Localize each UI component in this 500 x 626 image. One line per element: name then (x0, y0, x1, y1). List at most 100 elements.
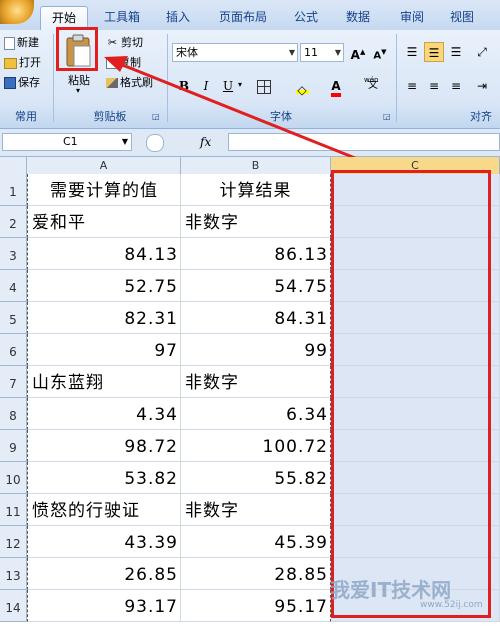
row-header[interactable]: 13 (0, 558, 27, 590)
cell-a[interactable]: 53.82 (27, 462, 181, 494)
font-color-button[interactable]: A (326, 76, 346, 97)
font-size-select[interactable]: 11 ▼ (300, 43, 344, 62)
dialog-launcher-icon[interactable]: ◲ (383, 112, 391, 121)
orientation-icon: ⤢ (477, 45, 487, 59)
ribbon-tab-bar: 开始 工具箱 插入 页面布局 公式 数据 审阅 视图 (0, 0, 500, 31)
column-header-b[interactable]: B (181, 157, 331, 174)
watermark-text: 我爱IT技术网 (330, 578, 452, 602)
new-file-icon (4, 36, 15, 50)
align-middle-button[interactable]: ☰ (424, 42, 444, 62)
cell-b[interactable]: 84.31 (181, 302, 331, 334)
row-header[interactable]: 3 (0, 238, 27, 270)
bold-button[interactable]: B (174, 76, 194, 96)
cell-a[interactable]: 43.39 (27, 526, 181, 558)
align-bottom-button[interactable]: ☰ (446, 42, 466, 62)
orientation-button[interactable]: ⤢ (472, 42, 492, 62)
new-button[interactable]: 新建 (4, 34, 39, 52)
formula-bar-expander-icon[interactable] (146, 134, 164, 152)
chevron-down-icon: ▼ (334, 48, 341, 57)
row-header[interactable]: 4 (0, 270, 27, 302)
cell-a[interactable]: 需要计算的值 (27, 174, 181, 206)
indent-icon: ⇥ (476, 79, 488, 93)
cell-b[interactable]: 28.85 (181, 558, 331, 590)
paste-annotation-box (56, 27, 98, 71)
group-label-font: 字体 (270, 110, 292, 123)
copy-button[interactable]: 复制 (106, 54, 141, 72)
column-c-annotation-box (331, 170, 491, 618)
office-button[interactable] (0, 0, 34, 24)
shrink-font-button[interactable]: A▼ (370, 42, 390, 62)
tab-view[interactable]: 视图 (440, 6, 484, 30)
cell-b[interactable]: 非数字 (181, 366, 331, 398)
cell-b[interactable]: 95.17 (181, 590, 331, 622)
column-header-a[interactable]: A (27, 157, 181, 174)
align-left-icon: ≡ (406, 79, 418, 93)
row-header[interactable]: 11 (0, 494, 27, 526)
dialog-launcher-icon[interactable]: ◲ (152, 112, 160, 121)
tab-formulas[interactable]: 公式 (284, 6, 328, 30)
cell-a[interactable]: 98.72 (27, 430, 181, 462)
name-box[interactable]: C1 ▼ (2, 133, 132, 151)
cell-a[interactable]: 爱和平 (27, 206, 181, 238)
cell-b[interactable]: 86.13 (181, 238, 331, 270)
format-painter-button[interactable]: 格式刷 (106, 74, 153, 92)
row-header[interactable]: 8 (0, 398, 27, 430)
select-all-corner[interactable] (0, 157, 27, 174)
row-header[interactable]: 12 (0, 526, 27, 558)
row-header[interactable]: 9 (0, 430, 27, 462)
cell-a[interactable]: 84.13 (27, 238, 181, 270)
underline-button[interactable]: U (218, 76, 238, 96)
row-header[interactable]: 6 (0, 334, 27, 366)
group-separator (396, 34, 397, 122)
align-top-button[interactable]: ☰ (402, 42, 422, 62)
cell-b[interactable]: 54.75 (181, 270, 331, 302)
italic-button[interactable]: I (196, 76, 216, 96)
open-button[interactable]: 打开 (4, 54, 41, 72)
borders-button[interactable] (254, 76, 274, 96)
align-left-button[interactable]: ≡ (402, 76, 422, 96)
row-header[interactable]: 5 (0, 302, 27, 334)
cut-button[interactable]: ✂ 剪切 (106, 34, 143, 52)
insert-function-button[interactable]: fx (200, 133, 224, 151)
cell-b[interactable]: 非数字 (181, 494, 331, 526)
cell-b[interactable]: 99 (181, 334, 331, 366)
row-header[interactable]: 14 (0, 590, 27, 622)
cell-a[interactable]: 4.34 (27, 398, 181, 430)
formula-input[interactable] (228, 133, 500, 151)
cell-a[interactable]: 山东蓝翔 (27, 366, 181, 398)
chevron-down-icon[interactable]: ▾ (238, 80, 242, 89)
row-header[interactable]: 7 (0, 366, 27, 398)
tab-review[interactable]: 审阅 (390, 6, 434, 30)
cell-b[interactable]: 非数字 (181, 206, 331, 238)
cell-b[interactable]: 6.34 (181, 398, 331, 430)
align-right-button[interactable]: ≡ (446, 76, 466, 96)
font-name-select[interactable]: 宋体 ▼ (172, 43, 298, 62)
cell-b[interactable]: 100.72 (181, 430, 331, 462)
save-button[interactable]: 保存 (4, 74, 40, 92)
cell-a[interactable]: 82.31 (27, 302, 181, 334)
fill-color-button[interactable]: ◇ (292, 76, 312, 97)
tab-data[interactable]: 数据 (336, 6, 380, 30)
row-header[interactable]: 2 (0, 206, 27, 238)
row-header[interactable]: 10 (0, 462, 27, 494)
tab-toolbox[interactable]: 工具箱 (96, 6, 148, 30)
cell-a[interactable]: 26.85 (27, 558, 181, 590)
row-header[interactable]: 1 (0, 174, 27, 206)
cell-a[interactable]: 93.17 (27, 590, 181, 622)
indent-button[interactable]: ⇥ (472, 76, 492, 96)
watermark-url: www.52ij.com (420, 600, 483, 610)
tab-page-layout[interactable]: 页面布局 (210, 6, 276, 30)
tab-insert[interactable]: 插入 (156, 6, 200, 30)
cell-a[interactable]: 52.75 (27, 270, 181, 302)
copy-icon (106, 57, 117, 69)
cell-b[interactable]: 计算结果 (181, 174, 331, 206)
cell-a[interactable]: 97 (27, 334, 181, 366)
cell-b[interactable]: 55.82 (181, 462, 331, 494)
grow-font-button[interactable]: A▲ (348, 42, 368, 62)
cell-a[interactable]: 愤怒的行驶证 (27, 494, 181, 526)
cell-b[interactable]: 45.39 (181, 526, 331, 558)
brush-icon (106, 78, 118, 88)
phonetic-button[interactable]: wén 文 (358, 76, 388, 96)
align-center-button[interactable]: ≡ (424, 76, 444, 96)
paint-bucket-icon: ◇ (295, 80, 309, 97)
